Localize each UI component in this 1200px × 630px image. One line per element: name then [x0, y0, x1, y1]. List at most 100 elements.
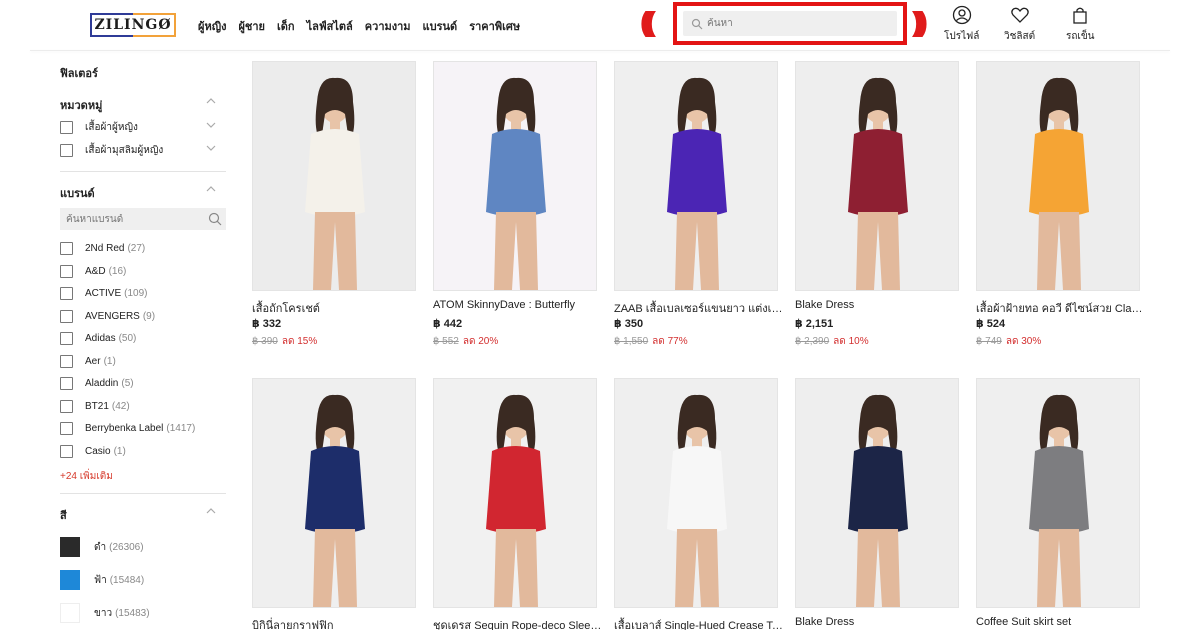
color-swatch[interactable]: [60, 603, 80, 623]
product-image[interactable]: [976, 378, 1140, 608]
checkbox[interactable]: [60, 399, 73, 413]
brand-filter-item[interactable]: ACTIVE (109): [60, 287, 147, 300]
checkbox[interactable]: [60, 264, 73, 278]
category-item[interactable]: เสื้อผ้าผู้หญิง: [60, 120, 138, 135]
product-name[interactable]: Coffee Suit skirt set: [976, 616, 1146, 628]
color-title[interactable]: สี: [60, 506, 67, 524]
brand-filter-item[interactable]: Aladdin (5): [60, 377, 134, 390]
product-card[interactable]: เสื้อผ้าฝ้ายทอ คอวี ดีไซน์สวย Classic ฿ 5…: [976, 61, 1146, 347]
profile-button[interactable]: โปรไฟล์: [944, 5, 979, 44]
brand-filter-item[interactable]: Aer (1): [60, 354, 116, 368]
brand-filter-item[interactable]: AVENGERS (9): [60, 309, 156, 323]
product-image[interactable]: [433, 61, 597, 291]
brand-search-input[interactable]: [66, 213, 196, 225]
brand-filter-item[interactable]: Casio (1): [60, 444, 126, 458]
nav-lifestyle[interactable]: ไลฟ์สไตล์: [307, 17, 353, 35]
product-card[interactable]: Coffee Suit skirt set: [976, 378, 1140, 628]
nav-special-price[interactable]: ราคาพิเศษ: [469, 17, 520, 35]
product-card[interactable]: ชุดเดรส Sequin Rope-deco Sleeveless: [433, 378, 603, 630]
product-name[interactable]: ZAAB เสื้อเบลเซอร์แขนยาว แต่งเชือก: [614, 299, 784, 317]
product-card[interactable]: Blake Dress: [795, 378, 959, 628]
product-image[interactable]: [433, 378, 597, 608]
product-name[interactable]: เสื้อผ้าฝ้ายทอ คอวี ดีไซน์สวย Classic: [976, 299, 1146, 317]
brand-filter-item[interactable]: Adidas (50): [60, 332, 136, 345]
nav-beauty[interactable]: ความงาม: [365, 17, 411, 35]
brand-count: (27): [127, 243, 146, 254]
product-card[interactable]: เสื้อถักโครเชต์฿ 332 ฿ 390 ลด 15%: [252, 61, 416, 347]
checkbox[interactable]: [60, 332, 73, 345]
checkbox[interactable]: [60, 287, 73, 300]
checkbox[interactable]: [60, 144, 73, 157]
color-filter-item[interactable]: ดำ (26306): [60, 537, 144, 557]
nav-women[interactable]: ผู้หญิง: [198, 17, 226, 35]
brand-count: (9): [142, 310, 156, 322]
color-name: ขาว: [94, 607, 113, 619]
brand-filter-item[interactable]: A&D (16): [60, 264, 126, 278]
checkbox[interactable]: [60, 242, 73, 255]
nav-men[interactable]: ผู้ชาย: [238, 17, 265, 35]
color-name: ฟ้า: [94, 574, 107, 586]
checkbox[interactable]: [60, 354, 73, 368]
brand-search-bar[interactable]: [60, 208, 226, 230]
category-label: เสื้อผ้าผู้หญิง: [85, 122, 138, 133]
product-price: ฿ 2,151: [795, 318, 834, 330]
show-more-brands-link[interactable]: +24 เพิ่มเติม: [60, 469, 113, 484]
brand-name: BT21: [85, 400, 109, 412]
model-figure: [305, 77, 365, 290]
color-filter-item[interactable]: ฟ้า (15484): [60, 570, 144, 590]
search-bar[interactable]: [683, 11, 897, 36]
zilingo-logo[interactable]: ZILINGØ: [90, 13, 176, 37]
checkbox[interactable]: [60, 444, 73, 458]
product-image[interactable]: [614, 61, 778, 291]
color-swatch[interactable]: [60, 570, 80, 590]
model-figure: [848, 77, 908, 290]
brand-filter-item[interactable]: Berrybenka Label (1417): [60, 422, 195, 435]
product-card[interactable]: Blake Dress ฿ 2,151 ฿ 2,390 ลด 10%: [795, 61, 959, 347]
product-card[interactable]: ATOM SkinnyDave : Butterfly ฿ 442 ฿ 552 ลด …: [433, 61, 597, 347]
checkbox[interactable]: [60, 377, 73, 390]
brand-title[interactable]: แบรนด์: [60, 184, 95, 202]
checkbox[interactable]: [60, 422, 73, 435]
product-image[interactable]: [252, 378, 416, 608]
color-count: (26306): [109, 541, 144, 553]
product-card[interactable]: ZAAB เสื้อเบลเซอร์แขนยาว แต่งเชือก฿ 350 ฿…: [614, 61, 784, 347]
chevron-up-icon[interactable]: [206, 184, 216, 194]
color-swatch[interactable]: [60, 537, 80, 557]
product-name[interactable]: บิกินี่ลายกราฟฟิก: [252, 616, 422, 630]
product-image[interactable]: [252, 61, 416, 291]
highlight-waves-left: (((: [640, 6, 656, 37]
chevron-down-icon[interactable]: [206, 120, 216, 130]
product-name[interactable]: Blake Dress: [795, 616, 965, 628]
product-image[interactable]: [614, 378, 778, 608]
product-image[interactable]: [795, 378, 959, 608]
product-name[interactable]: ATOM SkinnyDave : Butterfly: [433, 299, 603, 311]
color-filter-item[interactable]: ขาว (15483): [60, 603, 150, 623]
chevron-up-icon[interactable]: [206, 506, 216, 516]
product-card[interactable]: บิกินี่ลายกราฟฟิก: [252, 378, 416, 630]
checkbox[interactable]: [60, 121, 73, 134]
product-name[interactable]: เสื้อถักโครเชต์: [252, 299, 422, 317]
product-price: ฿ 524: [976, 318, 1006, 330]
category-item[interactable]: เสื้อผ้ามุสลิมผู้หญิง: [60, 143, 163, 158]
nav-brands[interactable]: แบรนด์: [423, 17, 458, 35]
product-name[interactable]: Blake Dress: [795, 299, 965, 311]
profile-label: โปรไฟล์: [944, 31, 980, 42]
header-divider: [30, 50, 1170, 51]
highlight-waves-right: ))): [912, 6, 928, 37]
search-input[interactable]: [707, 18, 887, 29]
product-image[interactable]: [976, 61, 1140, 291]
shopping-bag-icon: [1073, 7, 1087, 24]
brand-filter-item[interactable]: BT21 (42): [60, 399, 130, 413]
nav-kids[interactable]: เด็ก: [277, 17, 295, 35]
chevron-down-icon[interactable]: [206, 143, 216, 153]
wishlist-button[interactable]: วิชลิสต์: [1004, 5, 1035, 44]
chevron-up-icon[interactable]: [206, 96, 216, 106]
product-name[interactable]: เสื้อเบลาส์ Single-Hued Crease Top: [614, 616, 784, 630]
checkbox[interactable]: [60, 309, 73, 323]
product-card[interactable]: เสื้อเบลาส์ Single-Hued Crease Top: [614, 378, 784, 630]
cart-button[interactable]: รถเข็น: [1066, 5, 1095, 44]
product-name[interactable]: ชุดเดรส Sequin Rope-deco Sleeveless: [433, 616, 603, 630]
product-image[interactable]: [795, 61, 959, 291]
category-title[interactable]: หมวดหมู่: [60, 96, 102, 114]
brand-filter-item[interactable]: 2Nd Red (27): [60, 242, 145, 255]
